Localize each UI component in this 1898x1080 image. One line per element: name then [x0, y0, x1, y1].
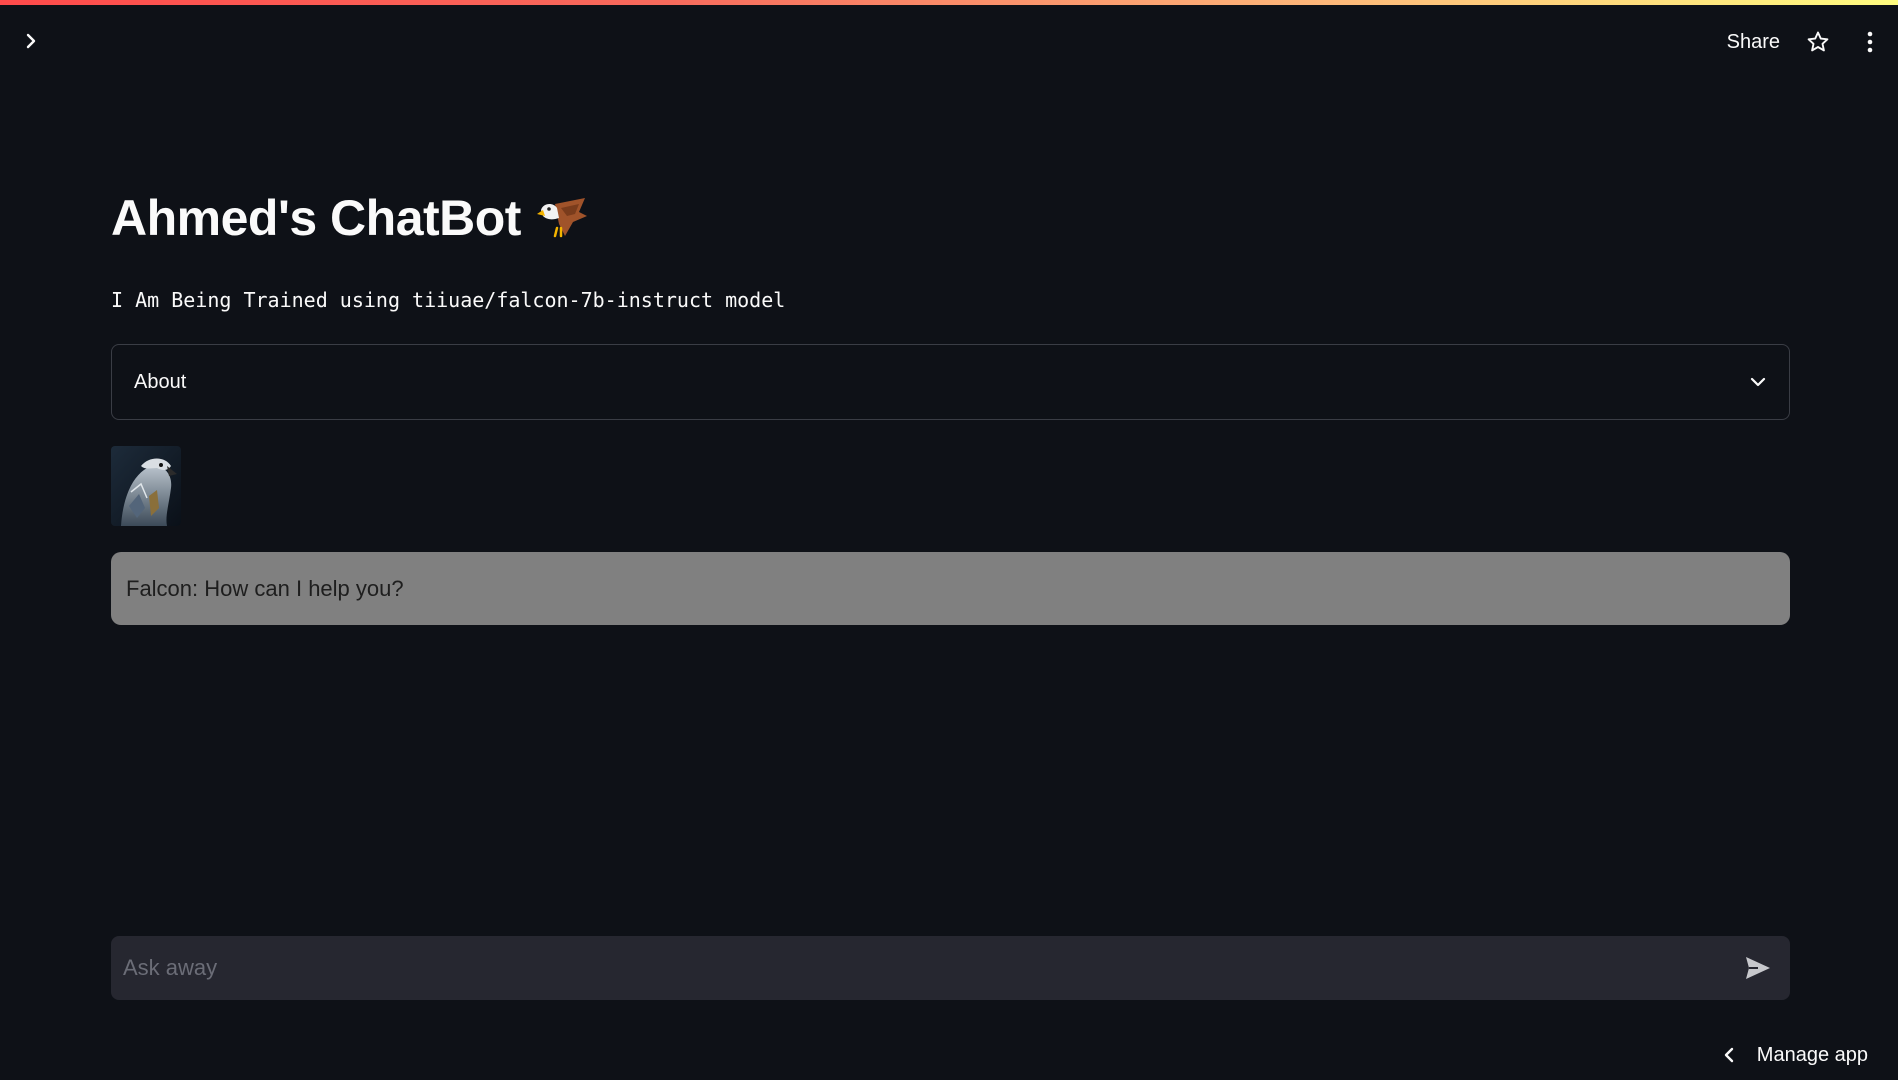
chat-message-text: Falcon: How can I help you?	[126, 575, 404, 601]
send-icon	[1746, 957, 1770, 979]
subtitle: I Am Being Trained using tiiuae/falcon-7…	[111, 288, 786, 312]
falcon-avatar-image	[111, 446, 181, 526]
chat-message: Falcon: How can I help you?	[111, 552, 1790, 625]
send-button[interactable]	[1740, 950, 1776, 986]
page-title: Ahmed's ChatBot	[111, 190, 521, 246]
about-expander[interactable]: About	[111, 344, 1790, 420]
chat-input-container	[111, 936, 1790, 1000]
share-button[interactable]: Share	[1727, 31, 1780, 54]
chat-input[interactable]	[123, 955, 1740, 981]
manage-app-label: Manage app	[1756, 1043, 1868, 1066]
manage-app-button[interactable]: Manage app	[1723, 1040, 1868, 1070]
main-menu-button[interactable]	[1856, 28, 1884, 56]
sidebar-toggle-button[interactable]	[18, 28, 44, 54]
header-toolbar: Share	[1727, 24, 1884, 60]
expander-label: About	[134, 370, 187, 393]
eagle-emoji-icon	[536, 198, 587, 238]
chevron-down-icon	[1750, 377, 1766, 387]
favorite-button[interactable]	[1804, 28, 1832, 56]
chevron-left-icon	[1724, 1047, 1733, 1063]
chevron-right-icon	[26, 33, 36, 49]
kebab-menu-icon	[1867, 31, 1873, 53]
avatar	[111, 446, 181, 526]
star-icon	[1807, 31, 1829, 52]
title-row: Ahmed's ChatBot	[111, 180, 1790, 256]
main-content: Ahmed's ChatBot I Am Being Trained using…	[111, 180, 1790, 625]
top-decoration-bar	[0, 0, 1898, 5]
